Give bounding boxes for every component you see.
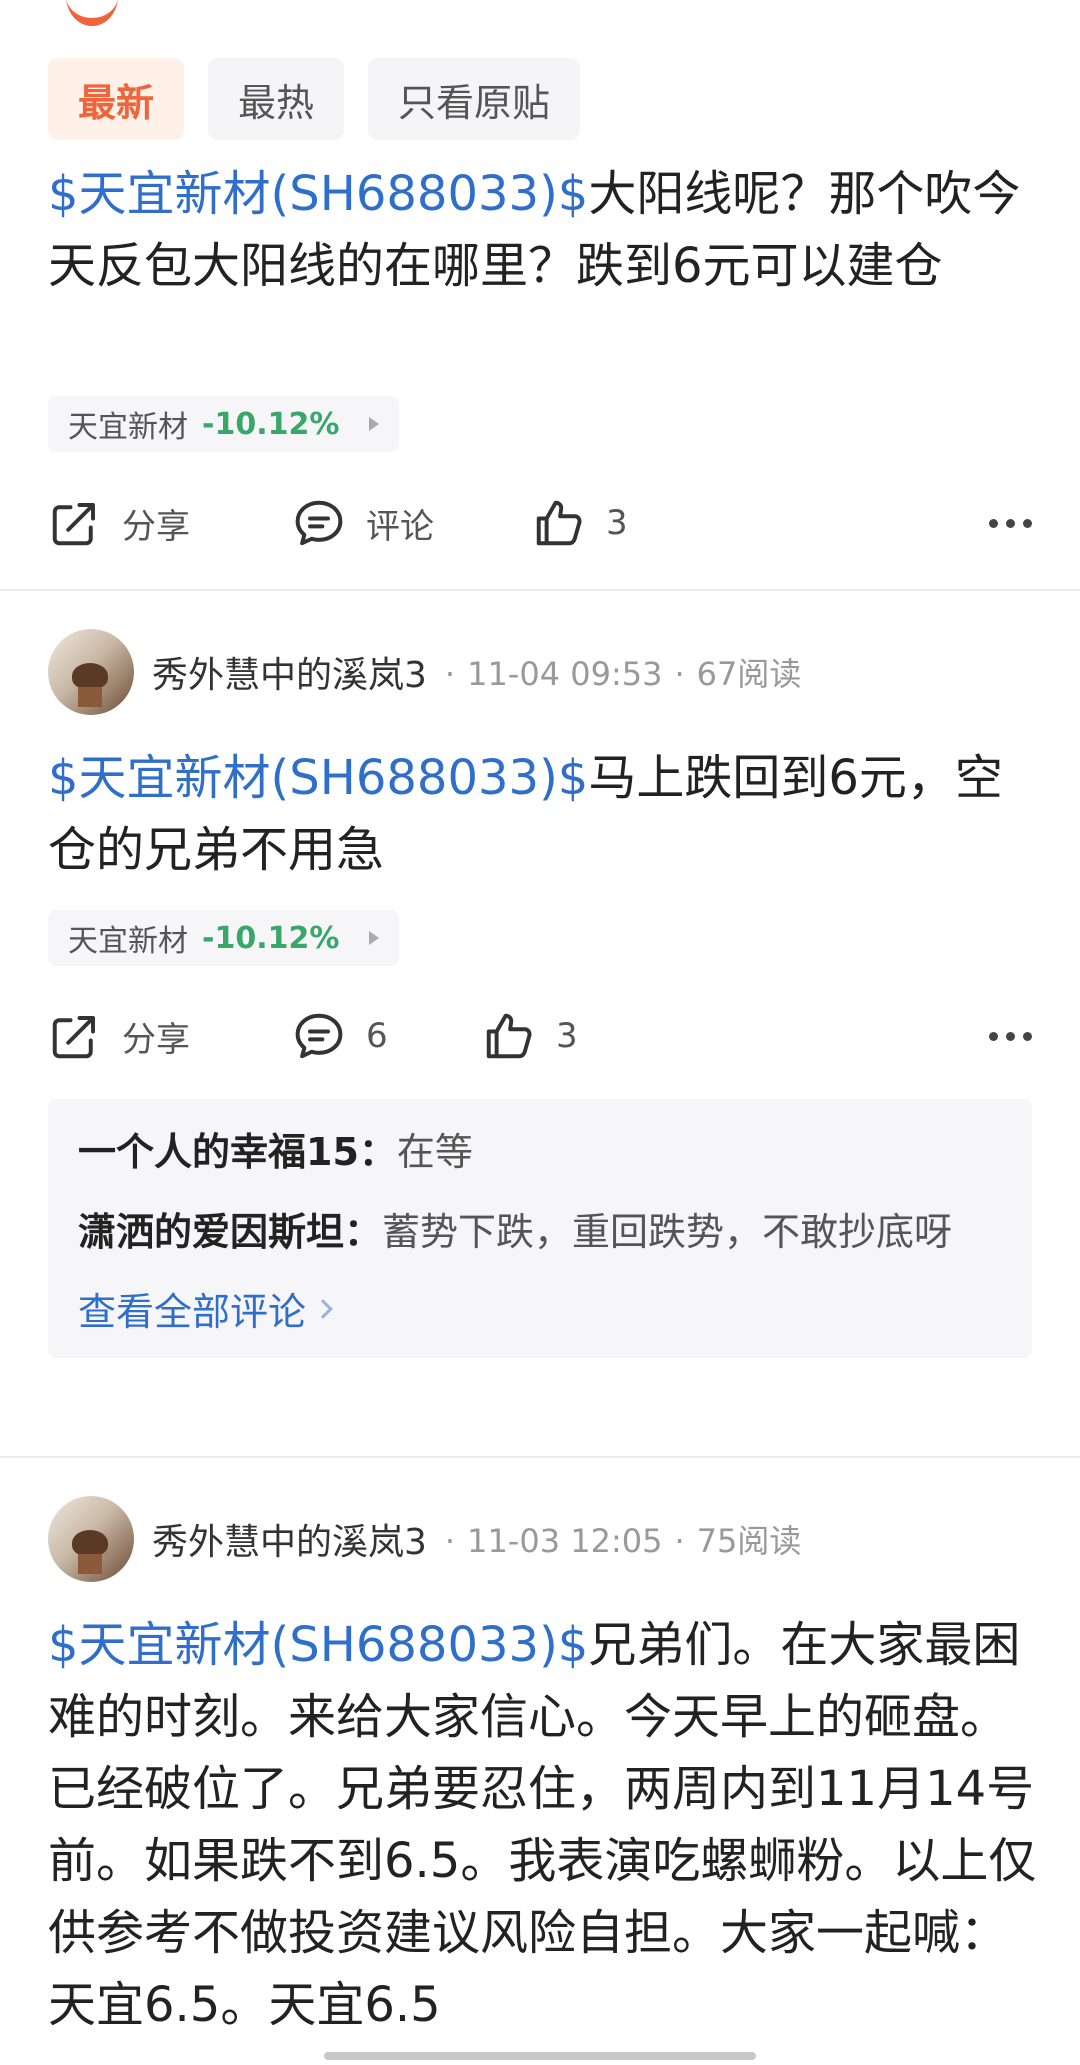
like-button[interactable]: 3: [532, 493, 628, 553]
post-actions: 分享 评论 3: [48, 493, 1032, 553]
stock-chip-change: -10.12%: [202, 406, 340, 442]
comment-text: 在等: [396, 1130, 473, 1174]
stock-link[interactable]: $天宜新材(SH688033)$: [48, 166, 588, 222]
comment-item[interactable]: 一个人的幸福15：在等: [78, 1121, 1002, 1183]
share-button[interactable]: 分享: [48, 1006, 190, 1066]
share-icon: [52, 1016, 95, 1059]
stock-link[interactable]: $天宜新材(SH688033)$: [48, 1617, 588, 1673]
stock-chip[interactable]: 天宜新材 -10.12%: [48, 910, 400, 966]
more-options-icon[interactable]: [989, 493, 1032, 553]
comment-item[interactable]: 潇洒的爱因斯坦：蓄势下跌，重回跌势，不敢抄底呀: [78, 1201, 1002, 1263]
play-arrow-icon: [369, 931, 380, 945]
post-header: 秀外慧中的溪岚3 · 11-04 09:53 · 67阅读: [48, 629, 801, 715]
comment-count: 6: [366, 1016, 388, 1056]
stock-chip-change: -10.12%: [202, 920, 340, 956]
filter-tabs: 最新 最热 只看原贴: [48, 58, 581, 140]
stock-link[interactable]: $天宜新材(SH688033)$: [48, 750, 588, 806]
post-divider: [0, 589, 1080, 591]
author-name[interactable]: 秀外慧中的溪岚3: [152, 646, 427, 698]
view-all-label: 查看全部评论: [78, 1290, 307, 1334]
post-meta: · 11-03 12:05 · 75阅读: [444, 1522, 802, 1560]
comment-author[interactable]: 一个人的幸福15：: [78, 1130, 397, 1174]
post-time: 11-04 09:53: [467, 655, 663, 693]
like-count: 3: [606, 503, 628, 543]
comment-text: 蓄势下跌，重回跌势，不敢抄底呀: [382, 1210, 953, 1254]
comment-icon: [295, 500, 343, 546]
stock-chip-name: 天宜新材: [68, 410, 188, 445]
post-body[interactable]: $天宜新材(SH688033)$大阳线呢？那个吹今天反包大阳线的在哪里？跌到6元…: [48, 158, 1038, 302]
stock-chip-name: 天宜新材: [68, 924, 188, 959]
post-text: 兄弟们。在大家最困难的时刻。来给大家信心。今天早上的砸盘。已经破位了。兄弟要忍住…: [48, 1617, 1037, 2033]
comments-preview: 一个人的幸福15：在等 潇洒的爱因斯坦：蓄势下跌，重回跌势，不敢抄底呀 查看全部…: [48, 1099, 1032, 1358]
comment-button[interactable]: 评论: [292, 493, 434, 553]
avatar[interactable]: [48, 1496, 134, 1582]
comment-button[interactable]: 6: [292, 1006, 388, 1066]
view-all-comments-link[interactable]: 查看全部评论: [78, 1281, 1002, 1336]
share-label: 分享: [122, 1019, 190, 1060]
avatar[interactable]: [48, 629, 134, 715]
post-time: 11-03 12:05: [467, 1522, 663, 1560]
like-button[interactable]: 3: [482, 1006, 578, 1066]
home-indicator[interactable]: [324, 2052, 756, 2060]
tab-hot[interactable]: 最热: [208, 58, 345, 140]
post-divider: [0, 1456, 1080, 1458]
share-label: 分享: [122, 506, 190, 547]
comment-label: 评论: [366, 506, 434, 547]
post-actions: 分享 6 3: [48, 1006, 1032, 1066]
play-arrow-icon: [369, 417, 380, 431]
comment-author[interactable]: 潇洒的爱因斯坦：: [78, 1210, 382, 1254]
tab-latest[interactable]: 最新: [48, 58, 185, 140]
like-count: 3: [556, 1016, 578, 1056]
stock-chip[interactable]: 天宜新材 -10.12%: [48, 396, 400, 452]
read-count: 75阅读: [696, 1522, 802, 1560]
share-button[interactable]: 分享: [48, 493, 190, 553]
post-body[interactable]: $天宜新材(SH688033)$兄弟们。在大家最困难的时刻。来给大家信心。今天早…: [48, 1609, 1038, 2041]
tab-original-only[interactable]: 只看原贴: [368, 58, 581, 140]
header-decoration: [62, 0, 122, 26]
post-header: 秀外慧中的溪岚3 · 11-03 12:05 · 75阅读: [48, 1496, 801, 1582]
post-meta: · 11-04 09:53 · 67阅读: [444, 655, 802, 693]
comment-icon: [295, 1013, 343, 1059]
post-body[interactable]: $天宜新材(SH688033)$马上跌回到6元，空仓的兄弟不用急: [48, 742, 1038, 886]
author-name[interactable]: 秀外慧中的溪岚3: [152, 1513, 427, 1565]
read-count: 67阅读: [696, 655, 802, 693]
chevron-right-icon: [313, 1298, 333, 1319]
thumbs-up-icon: [486, 1013, 532, 1059]
thumbs-up-icon: [536, 500, 582, 546]
share-icon: [52, 503, 95, 546]
more-options-icon[interactable]: [989, 1006, 1032, 1066]
